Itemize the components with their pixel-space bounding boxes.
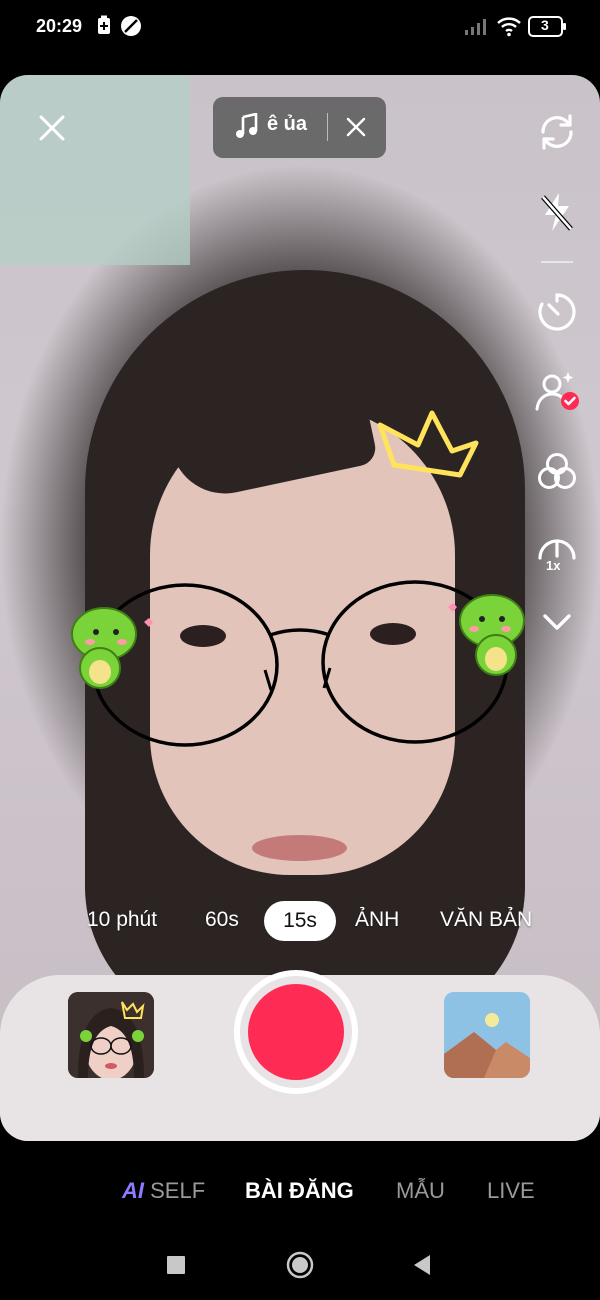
square-recents-icon	[167, 1256, 185, 1274]
add-sound-button[interactable]: ê ủa	[213, 97, 386, 158]
mode-15s-selected[interactable]: 15s	[264, 901, 336, 941]
filters-icon	[538, 453, 576, 489]
circle-home-icon	[286, 1251, 314, 1279]
battery-level: 3	[541, 17, 549, 33]
flash-off-icon	[541, 193, 573, 231]
dnd-icon	[120, 15, 142, 42]
dino-sticker-right-icon	[448, 594, 525, 676]
back-button[interactable]	[412, 1253, 432, 1282]
sound-divider	[327, 113, 328, 141]
mode-photo[interactable]: ẢNH	[355, 908, 399, 932]
mode-60s[interactable]: 60s	[205, 908, 239, 932]
effect-preview-thumbnail	[68, 992, 154, 1078]
close-icon	[346, 117, 366, 137]
wifi-icon	[496, 15, 522, 42]
upload-gallery-button[interactable]	[444, 992, 530, 1078]
filters-button[interactable]	[532, 450, 582, 494]
beauty-button[interactable]	[532, 370, 582, 414]
recents-button[interactable]	[166, 1255, 186, 1280]
status-bar: 20:29 3	[0, 0, 600, 52]
mode-10-min[interactable]: 10 phút	[87, 908, 157, 932]
close-button[interactable]	[36, 112, 68, 149]
triangle-back-icon	[414, 1255, 430, 1275]
tab-live[interactable]: LIVE	[487, 1178, 535, 1204]
music-note-icon	[235, 112, 259, 144]
sound-title: ê ủa	[267, 113, 308, 135]
signal-icon	[464, 17, 490, 40]
timer-icon	[538, 293, 576, 331]
beauty-face-icon	[535, 372, 579, 411]
tab-ai-prefix: AI	[122, 1178, 144, 1203]
effects-button[interactable]	[68, 992, 154, 1078]
battery-saver-icon	[97, 15, 111, 40]
tab-post[interactable]: BÀI ĐĂNG	[245, 1178, 354, 1204]
flip-camera-icon	[541, 114, 573, 150]
flash-button[interactable]	[532, 190, 582, 234]
mode-text[interactable]: VĂN BẢN	[440, 908, 532, 932]
gallery-image-icon	[444, 992, 530, 1078]
speed-value-label: 1x	[546, 558, 561, 573]
record-button[interactable]	[234, 970, 358, 1094]
battery-icon: 3	[528, 16, 568, 43]
remove-sound-button[interactable]	[345, 116, 367, 143]
record-button-core	[248, 984, 344, 1080]
dino-sticker-left-icon	[71, 607, 153, 689]
timer-button[interactable]	[532, 290, 582, 334]
toolbar-divider	[541, 261, 573, 263]
tab-ai-rest: SELF	[150, 1178, 206, 1203]
wall-highlight	[0, 75, 190, 265]
tab-ai-self[interactable]: AI SELF	[122, 1178, 205, 1204]
home-button[interactable]	[286, 1251, 314, 1284]
tab-template[interactable]: MẪU	[396, 1178, 445, 1204]
mode-15s-label: 15s	[283, 909, 317, 932]
more-tools-button[interactable]	[532, 600, 582, 644]
system-navigation-bar	[0, 1230, 600, 1300]
subject-mouth	[252, 835, 347, 861]
crown-sticker-icon	[377, 410, 479, 478]
close-icon	[39, 115, 65, 141]
status-time: 20:29	[36, 16, 83, 36]
bottom-mode-tabs: AI SELF BÀI ĐĂNG MẪU LIVE	[0, 1150, 600, 1230]
flip-camera-button[interactable]	[532, 110, 582, 154]
chevron-down-icon	[543, 614, 571, 630]
